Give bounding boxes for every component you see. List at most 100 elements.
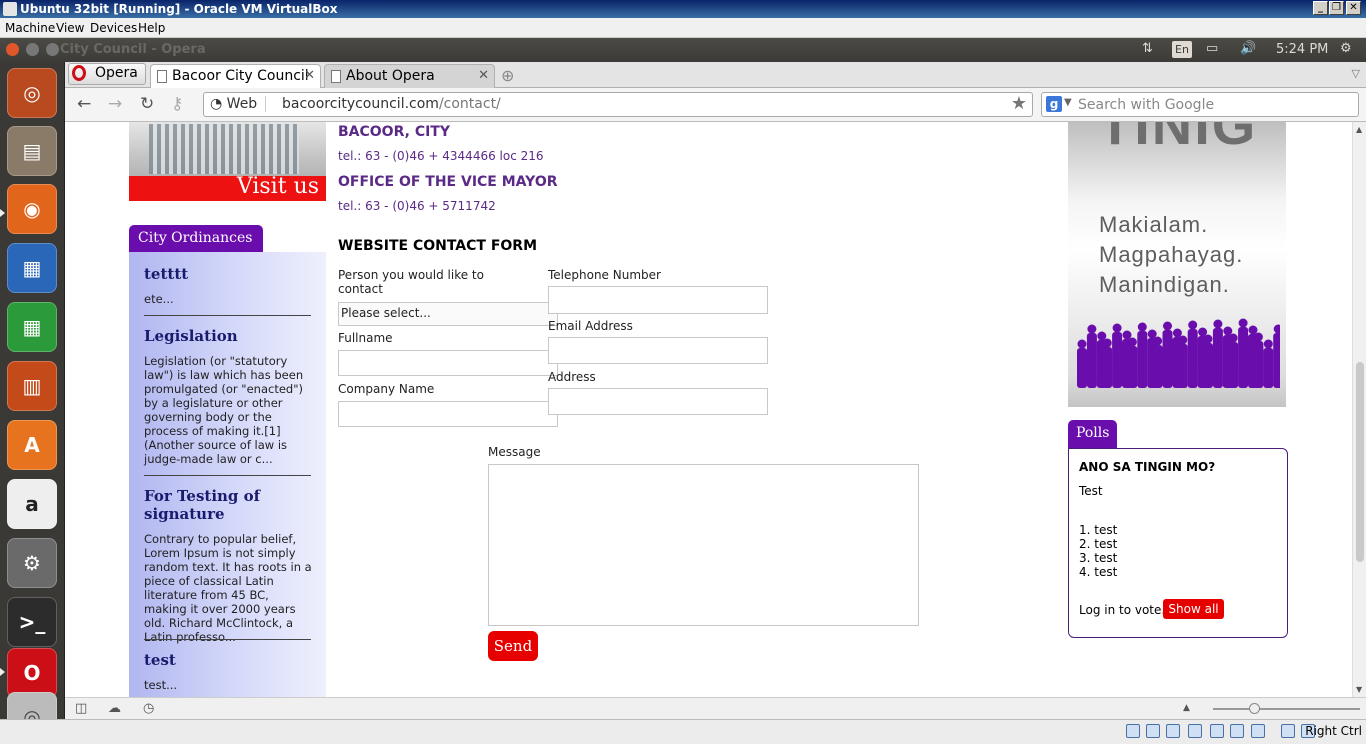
zoom-menu-icon[interactable]: ▲: [1183, 703, 1190, 713]
ubuntu-dash-icon[interactable]: ◎: [7, 68, 57, 118]
impress-icon[interactable]: ▥: [7, 361, 57, 411]
system-settings-icon[interactable]: ⚙: [7, 538, 57, 588]
menu-devices[interactable]: Devices: [90, 21, 137, 35]
writer-icon[interactable]: ▦: [7, 243, 57, 293]
ordinance-excerpt: Legislation (or "statutory law") is law …: [144, 354, 304, 466]
tab-menu-chevron-icon[interactable]: ▽: [1352, 67, 1360, 80]
display-icon[interactable]: [1230, 724, 1244, 738]
vbox-menu-bar: Machine View Devices Help: [0, 18, 1366, 38]
volume-icon[interactable]: 🔊: [1240, 41, 1256, 56]
bookmark-star-icon[interactable]: ★: [1011, 93, 1027, 114]
hard-disk-icon[interactable]: [1126, 724, 1140, 738]
ordinance-title[interactable]: For Testing of signature: [144, 487, 294, 523]
ordinance-excerpt: ete...: [144, 292, 174, 306]
zoom-slider-knob[interactable]: [1249, 703, 1260, 714]
restore-button[interactable]: ❐: [1329, 1, 1344, 15]
wand-key-icon[interactable]: ⚷: [171, 94, 183, 114]
tab-about-opera[interactable]: About Opera ✕: [324, 64, 495, 88]
banner-line: Manindigan.: [1099, 272, 1230, 297]
vbox-window-title: Ubuntu 32bit [Running] - Oracle VM Virtu…: [20, 2, 338, 16]
dvd-icon[interactable]: ◎: [7, 692, 57, 719]
menu-machine[interactable]: Machine: [5, 21, 55, 35]
site-info-badge[interactable]: ◔ Web: [210, 96, 267, 112]
scroll-down-icon[interactable]: ▼: [1356, 685, 1362, 694]
menu-view[interactable]: View: [56, 21, 84, 35]
reload-icon[interactable]: ↻: [140, 94, 154, 114]
opera-unite-icon[interactable]: ☁: [108, 701, 121, 716]
network-adapter-icon[interactable]: [1188, 724, 1202, 738]
panel-toggle-icon[interactable]: ◫: [75, 701, 87, 716]
unity-launcher: ◎ ▤ ◉ ▦ ▦ ▥ A a ⚙ >_ O ◎: [0, 62, 65, 719]
scroll-up-icon[interactable]: ▲: [1356, 125, 1362, 134]
poll-option: 2. test: [1079, 537, 1118, 551]
software-center-icon[interactable]: A: [7, 420, 57, 470]
opera-icon[interactable]: O: [7, 648, 57, 698]
window-close-button[interactable]: [6, 43, 19, 56]
minimize-button[interactable]: _: [1313, 1, 1328, 15]
ordinance-title[interactable]: Legislation: [144, 327, 238, 345]
calc-icon[interactable]: ▦: [7, 302, 57, 352]
files-icon[interactable]: ▤: [7, 126, 57, 176]
close-button[interactable]: ✕: [1346, 1, 1361, 15]
fullname-field[interactable]: [338, 350, 558, 376]
url-text[interactable]: bacoorcitycouncil.com/contact/: [282, 96, 501, 112]
browser-toolbar: ← → ↻ ⚷ ◔ Web bacoorcitycouncil.com/cont…: [65, 88, 1366, 122]
battery-icon[interactable]: ▭: [1206, 41, 1218, 56]
search-engine-chevron-down-icon[interactable]: ▼: [1064, 97, 1072, 108]
scrollbar-thumb[interactable]: [1356, 362, 1364, 562]
ordinance-title[interactable]: test: [144, 651, 176, 669]
divider: [144, 315, 311, 316]
opera-menu-button[interactable]: Opera: [68, 63, 146, 85]
ubuntu-top-panel: City Council - Opera ⇅ En ▭ 🔊 5:24 PM ⚙: [0, 38, 1366, 62]
usb-icon[interactable]: [1166, 724, 1180, 738]
tab-label: About Opera: [346, 68, 435, 84]
vbox-status-bar: Right Ctrl: [0, 719, 1366, 744]
new-tab-icon[interactable]: ⊕: [501, 66, 514, 85]
window-minimize-button[interactable]: [26, 43, 39, 56]
telephone-field[interactable]: [548, 286, 768, 314]
tab-close-icon[interactable]: ✕: [478, 68, 489, 83]
visit-us-banner[interactable]: Visit us: [129, 122, 326, 201]
vertical-scrollbar[interactable]: ▲ ▼: [1352, 122, 1366, 697]
send-button[interactable]: Send: [488, 631, 538, 661]
panel-window-title: City Council - Opera: [60, 42, 206, 57]
shared-folders-icon[interactable]: [1210, 724, 1224, 738]
turbo-icon[interactable]: ◷: [143, 701, 154, 716]
google-icon[interactable]: g: [1046, 96, 1062, 112]
email-field[interactable]: [548, 337, 768, 364]
mouse-integration-icon[interactable]: [1281, 724, 1295, 738]
clock[interactable]: 5:24 PM: [1276, 42, 1328, 57]
tinig-banner[interactable]: TINIG Makialam. Magpahayag. Manindigan.: [1068, 122, 1286, 407]
menu-help[interactable]: Help: [138, 21, 165, 35]
company-label: Company Name: [338, 382, 435, 396]
person-select[interactable]: Please select...: [338, 302, 558, 326]
banner-line: Magpahayag.: [1099, 242, 1244, 267]
window-maximize-button[interactable]: [46, 43, 59, 56]
opera-logo-icon: [72, 65, 86, 81]
video-capture-icon[interactable]: [1251, 724, 1265, 738]
tab-close-icon[interactable]: ✕: [304, 68, 315, 83]
tab-bacoor-city-council[interactable]: Bacoor City Council ✕: [150, 64, 321, 89]
optical-drive-icon[interactable]: [1146, 724, 1160, 738]
divider: [144, 639, 311, 640]
forward-icon[interactable]: →: [108, 94, 122, 114]
zoom-slider[interactable]: [1213, 703, 1360, 714]
message-textarea[interactable]: [488, 464, 919, 626]
company-field[interactable]: [338, 401, 558, 427]
terminal-icon[interactable]: >_: [7, 597, 57, 647]
gear-icon[interactable]: ⚙: [1340, 41, 1352, 56]
search-field[interactable]: g ▼: [1041, 92, 1359, 117]
network-icon[interactable]: ⇅: [1142, 41, 1153, 56]
city-hall-photo: [149, 124, 299, 174]
address-field[interactable]: [548, 388, 768, 415]
keyboard-language-indicator[interactable]: En: [1172, 41, 1192, 58]
city-ordinances-panel: tetttt ete... Legislation Legislation (o…: [129, 252, 326, 697]
firefox-icon[interactable]: ◉: [7, 184, 57, 234]
ordinance-title[interactable]: tetttt: [144, 265, 188, 283]
search-input[interactable]: [1078, 95, 1348, 114]
amazon-icon[interactable]: a: [7, 479, 57, 529]
poll-option: 1. test: [1079, 523, 1118, 537]
show-all-button[interactable]: Show all: [1163, 599, 1224, 619]
address-bar[interactable]: ◔ Web bacoorcitycouncil.com/contact/ ★: [203, 92, 1033, 117]
back-icon[interactable]: ←: [77, 94, 91, 114]
